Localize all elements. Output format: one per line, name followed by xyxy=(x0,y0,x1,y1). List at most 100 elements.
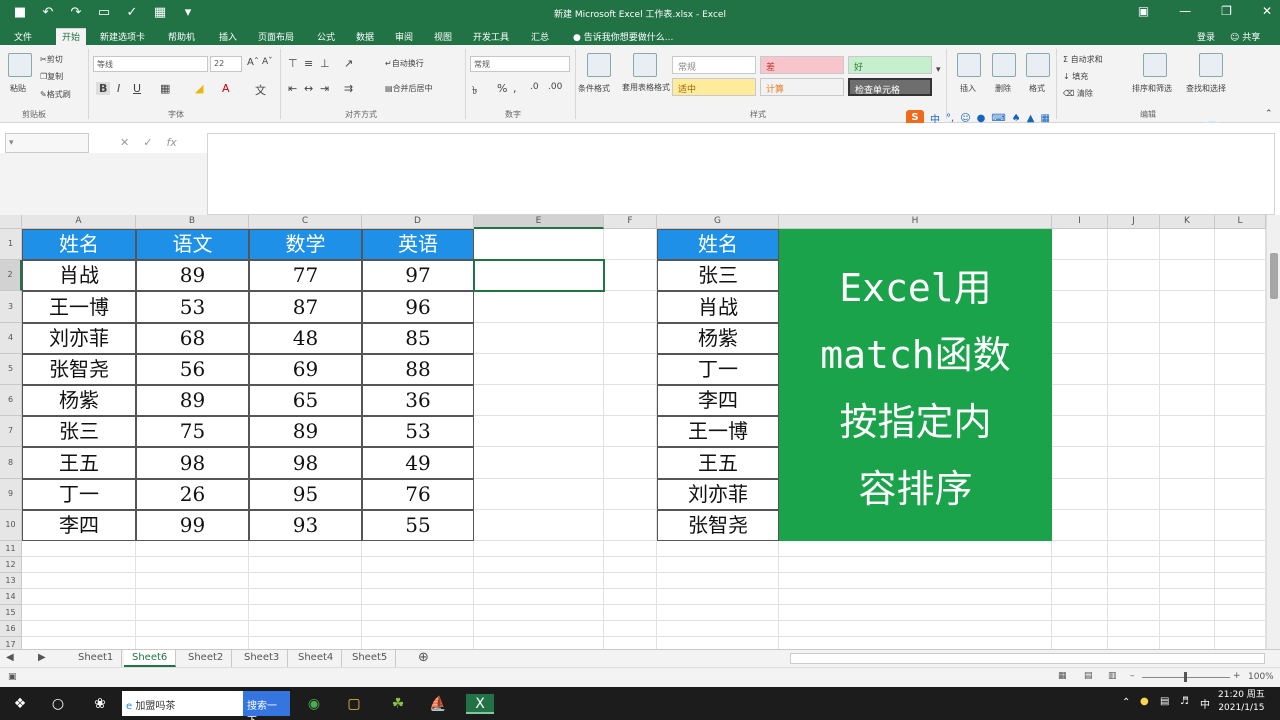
cell[interactable] xyxy=(657,621,779,637)
cell[interactable] xyxy=(249,573,362,589)
table-cell[interactable]: 76 xyxy=(362,479,474,510)
table-header-cell[interactable]: 语文 xyxy=(136,229,249,260)
merge-center-button[interactable]: ▤合并后居中 xyxy=(385,83,433,94)
font-color-icon[interactable]: A xyxy=(222,82,230,95)
cell[interactable] xyxy=(1215,354,1266,385)
insert-cells-label[interactable]: 插入 xyxy=(960,83,976,94)
cell[interactable] xyxy=(1108,385,1160,416)
taskbar-search-input[interactable]: e 加盟吗茶 xyxy=(122,691,243,716)
cell[interactable] xyxy=(1052,605,1108,621)
tab-review[interactable]: 审阅 xyxy=(395,30,413,43)
bold-button[interactable]: B xyxy=(96,82,111,95)
task-view-icon[interactable]: ❀ xyxy=(90,694,110,714)
cell[interactable] xyxy=(604,260,657,291)
cell[interactable] xyxy=(604,479,657,510)
cell[interactable] xyxy=(1160,573,1215,589)
row-header-2[interactable]: 2 xyxy=(0,260,22,291)
cell[interactable] xyxy=(474,323,604,354)
tab-summary[interactable]: 汇总 xyxy=(531,30,549,43)
cell[interactable] xyxy=(1160,447,1215,479)
cell[interactable] xyxy=(604,605,657,621)
row-header-4[interactable]: 4 xyxy=(0,323,22,354)
underline-button[interactable]: U xyxy=(133,82,141,95)
cell[interactable] xyxy=(604,541,657,557)
windows-start-icon[interactable]: ❖ xyxy=(10,694,30,714)
row-header-10[interactable]: 10 xyxy=(0,510,22,541)
cell[interactable] xyxy=(1052,510,1108,541)
column-header-b[interactable]: B xyxy=(136,215,249,229)
cell[interactable] xyxy=(1160,541,1215,557)
cell[interactable] xyxy=(362,541,474,557)
table-cell[interactable]: 26 xyxy=(136,479,249,510)
fill-button[interactable]: ↓ 填充 xyxy=(1063,71,1088,82)
border-icon[interactable]: ▦ xyxy=(160,82,170,95)
font-name-dropdown[interactable]: 等线 xyxy=(93,56,208,72)
cell[interactable] xyxy=(1052,589,1108,605)
order-name-cell[interactable]: 肖战 xyxy=(657,291,779,323)
cell[interactable] xyxy=(779,589,1052,605)
cell[interactable] xyxy=(1160,354,1215,385)
enter-icon[interactable]: ✓ xyxy=(143,136,152,150)
find-select-label[interactable]: 查找和选择 xyxy=(1186,83,1226,94)
cell[interactable] xyxy=(1215,260,1266,291)
cell[interactable] xyxy=(1215,385,1266,416)
format-table-icon[interactable] xyxy=(633,53,657,77)
insert-function-button[interactable]: fx xyxy=(166,136,176,150)
font-size-dropdown[interactable]: 22 xyxy=(210,56,242,72)
style-calculation[interactable]: 计算 xyxy=(760,78,844,96)
row-header-6[interactable]: 6 xyxy=(0,385,22,416)
cell[interactable] xyxy=(474,573,604,589)
zoom-out-icon[interactable]: – xyxy=(1130,671,1135,681)
column-header-a[interactable]: A xyxy=(22,215,136,229)
cell[interactable] xyxy=(604,385,657,416)
cell[interactable] xyxy=(474,557,604,573)
close-icon[interactable]: ✕ xyxy=(1262,4,1272,18)
tab-help[interactable]: 帮助机 xyxy=(168,30,195,43)
cell[interactable] xyxy=(362,589,474,605)
keyboard-icon[interactable]: ⌨ xyxy=(991,113,1005,124)
format-table-label[interactable]: 套用表格格式 xyxy=(622,83,670,93)
table-cell[interactable]: 85 xyxy=(362,323,474,354)
formula-input[interactable] xyxy=(207,133,1275,215)
table-cell[interactable]: 98 xyxy=(249,447,362,479)
row-header-17[interactable]: 17 xyxy=(0,637,22,649)
cell[interactable] xyxy=(1052,385,1108,416)
table-cell[interactable]: 75 xyxy=(136,416,249,447)
cell[interactable] xyxy=(1215,605,1266,621)
style-check-cell[interactable]: 检查单元格 xyxy=(848,78,932,96)
style-neutral[interactable]: 适中 xyxy=(672,78,756,96)
table-cell[interactable]: 55 xyxy=(362,510,474,541)
cell[interactable] xyxy=(22,589,136,605)
taskbar-search-button[interactable]: 搜索一下 xyxy=(243,691,290,720)
order-name-cell[interactable]: 张三 xyxy=(657,260,779,291)
cell[interactable] xyxy=(1160,637,1215,649)
table-cell[interactable]: 王五 xyxy=(22,447,136,479)
cell[interactable] xyxy=(1052,541,1108,557)
sheet-tab-sheet3[interactable]: Sheet3 xyxy=(236,650,289,667)
boat-app-icon[interactable]: ⛵ xyxy=(428,694,448,714)
row-header-13[interactable]: 13 xyxy=(0,573,22,589)
table-cell[interactable]: 56 xyxy=(136,354,249,385)
cell[interactable] xyxy=(779,573,1052,589)
skin-icon[interactable]: ♠ xyxy=(1012,113,1021,124)
cell[interactable] xyxy=(1160,621,1215,637)
page-layout-view-icon[interactable]: ▤ xyxy=(1084,671,1093,681)
cell[interactable] xyxy=(1052,323,1108,354)
cell[interactable] xyxy=(604,447,657,479)
app-icon[interactable]: ☘ xyxy=(388,694,408,714)
restore-icon[interactable]: ❐ xyxy=(1221,4,1232,18)
cell[interactable] xyxy=(1108,260,1160,291)
column-header-d[interactable]: D xyxy=(362,215,474,229)
cell[interactable] xyxy=(657,605,779,621)
format-cells-label[interactable]: 格式 xyxy=(1029,83,1045,94)
cell[interactable] xyxy=(474,479,604,510)
ribbon-display-icon[interactable]: ▣ xyxy=(1138,4,1149,18)
cell[interactable] xyxy=(474,291,604,323)
cell[interactable] xyxy=(474,589,604,605)
cell[interactable] xyxy=(474,354,604,385)
cell[interactable] xyxy=(22,637,136,649)
align-center-icon[interactable]: ↔ xyxy=(304,82,313,95)
sheet-tab-sheet1[interactable]: Sheet1 xyxy=(70,650,123,667)
tab-new[interactable]: 新建选项卡 xyxy=(100,30,145,43)
column-header-e[interactable]: E xyxy=(474,215,604,229)
